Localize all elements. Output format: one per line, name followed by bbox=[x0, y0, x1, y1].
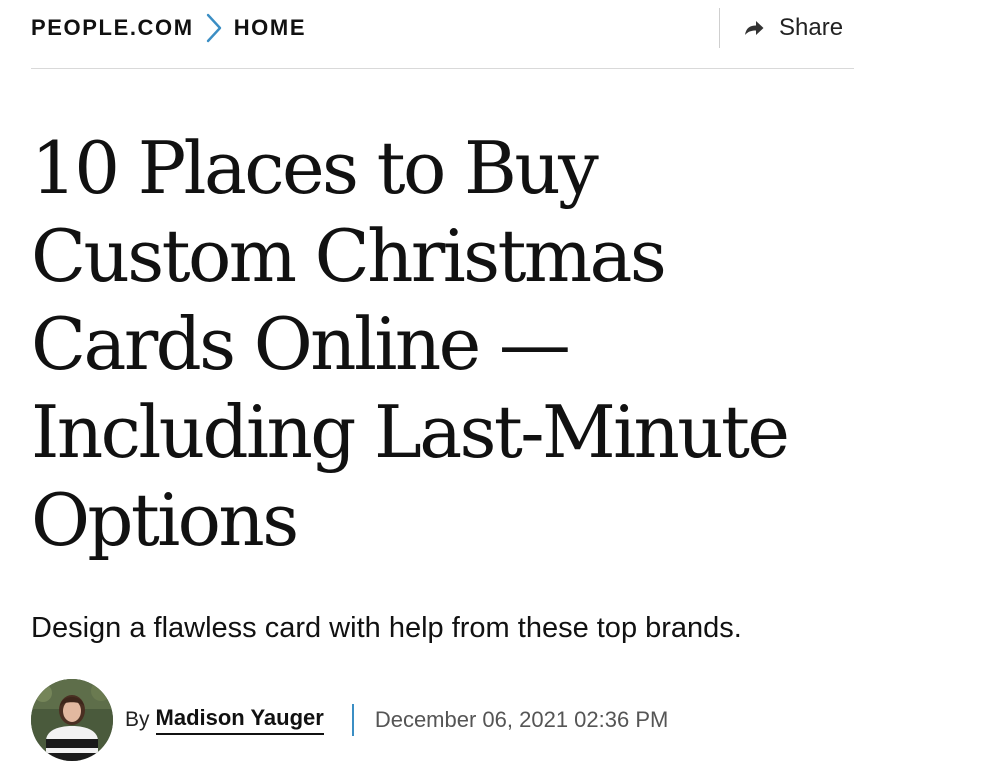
article-header: PEOPLE.COM HOME Share 10 Places to Buy C… bbox=[0, 0, 1000, 781]
byline-divider bbox=[351, 704, 354, 736]
chevron-right-icon bbox=[200, 11, 228, 45]
breadcrumb-home[interactable]: HOME bbox=[234, 11, 306, 45]
share-label: Share bbox=[779, 14, 844, 41]
article-headline: 10 Places to Buy Custom Christmas Cards … bbox=[31, 126, 790, 562]
share-arrow-icon bbox=[743, 18, 765, 38]
article-deck: Design a flawless card with help from th… bbox=[31, 612, 742, 644]
share-divider bbox=[719, 8, 720, 48]
author-link[interactable]: Madison Yauger bbox=[155, 705, 324, 735]
byline-prefix: By bbox=[125, 708, 150, 731]
breadcrumb-people-com[interactable]: PEOPLE.COM bbox=[31, 11, 194, 45]
author-avatar[interactable] bbox=[31, 679, 113, 761]
byline: By Madison Yauger December 06, 2021 02:3… bbox=[31, 679, 668, 761]
top-bar: PEOPLE.COM HOME Share bbox=[31, 0, 854, 69]
share-button[interactable]: Share bbox=[743, 12, 843, 44]
breadcrumb: PEOPLE.COM HOME bbox=[31, 11, 306, 45]
publish-date: December 06, 2021 02:36 PM bbox=[374, 707, 669, 732]
